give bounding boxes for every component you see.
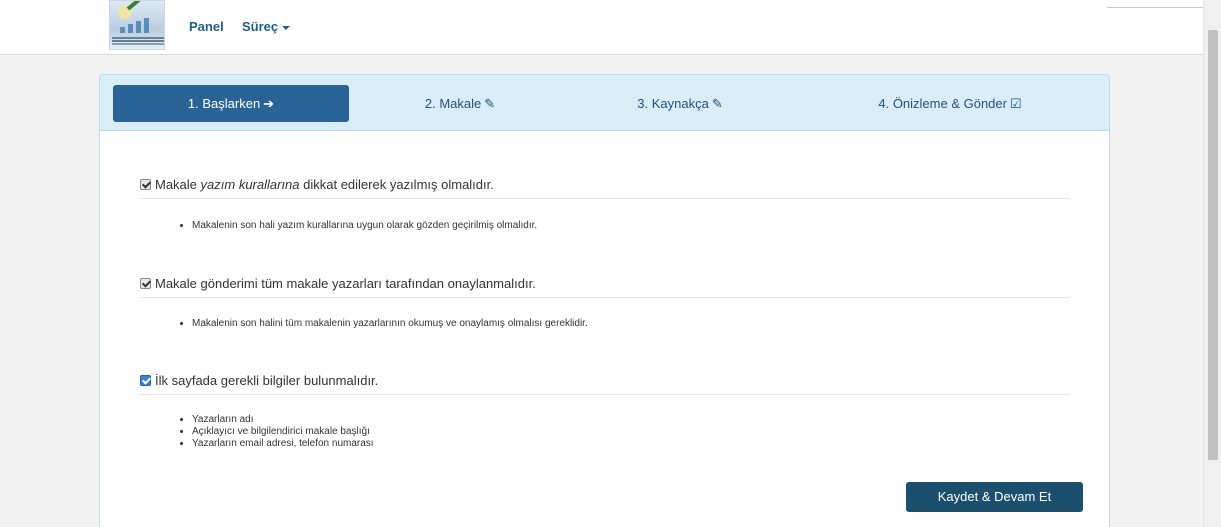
step-makale[interactable]: 2. Makale ✎ xyxy=(380,85,540,122)
site-logo[interactable] xyxy=(109,0,165,50)
step-kaynakca[interactable]: 3. Kaynakça ✎ xyxy=(600,85,760,122)
step-label: 2. Makale xyxy=(424,96,482,111)
checklist-item-ilk-sayfa: İlk sayfada gerekli bilgiler bulunmalıdı… xyxy=(140,373,1070,395)
checkbox-ilk-sayfa[interactable] xyxy=(140,375,151,386)
item-text: İlk sayfada gerekli bilgiler bulunmalıdı… xyxy=(155,373,379,388)
vertical-scrollbar[interactable] xyxy=(1203,0,1221,527)
edit-icon: ✎ xyxy=(484,96,496,111)
step-onizleme-gonder[interactable]: 4. Önizleme & Gönder ☑ xyxy=(830,85,1070,122)
step-label: 1. Başlarken xyxy=(187,96,261,111)
bullet-list-yazim: Makalenin son hali yazım kurallarına uyg… xyxy=(192,220,537,232)
corner-decoration xyxy=(1107,0,1207,8)
list-item: Yazarların email adresi, telefon numaras… xyxy=(192,438,374,450)
main-panel: 1. Başlarken ➔ 2. Makale ✎ 3. Kaynakça ✎ 4.… xyxy=(99,74,1110,527)
logo-arrow xyxy=(126,1,151,11)
nav-surec-label: Süreç xyxy=(242,19,279,34)
nav-surec-dropdown[interactable]: Süreç xyxy=(242,19,291,34)
arrow-right-icon: ➔ xyxy=(263,96,275,111)
step-label: 4. Önizleme & Gönder xyxy=(878,96,1007,111)
save-continue-button[interactable]: Kaydet & Devam Et xyxy=(906,482,1083,512)
item-text: Makale gönderimi tüm makale yazarları ta… xyxy=(155,276,536,291)
list-item: Makalenin son halini tüm makalenin yazar… xyxy=(192,318,588,330)
item-text-pre: Makale xyxy=(155,177,201,192)
step-label: 3. Kaynakça xyxy=(637,96,709,111)
item-text-post: dikkat edilerek yazılmış olmalıdır. xyxy=(299,177,494,192)
bullet-list-onay: Makalenin son halini tüm makalenin yazar… xyxy=(192,318,588,330)
chevron-down-icon xyxy=(282,25,291,30)
item-text-emphasis: yazım kurallarına xyxy=(200,177,300,192)
checkbox-onay[interactable] xyxy=(140,278,151,289)
checklist-item-yazim: Makale yazım kurallarına dikkat edilerek… xyxy=(140,177,1070,199)
logo-bars xyxy=(120,17,156,33)
bullet-list-ilk-sayfa: Yazarların adı Açıklayıcı ve bilgilendir… xyxy=(192,414,374,450)
checklist-item-onay: Makale gönderimi tüm makale yazarları ta… xyxy=(140,276,1070,298)
nav-panel-link[interactable]: Panel xyxy=(189,19,224,34)
list-item: Makalenin son hali yazım kurallarına uyg… xyxy=(192,220,537,232)
list-item: Açıklayıcı ve bilgilendirici makale başl… xyxy=(192,426,374,438)
scrollbar-thumb[interactable] xyxy=(1208,30,1218,460)
top-navbar: Panel Süreç xyxy=(0,0,1203,55)
edit-icon: ✎ xyxy=(711,96,723,111)
check-square-icon: ☑ xyxy=(1009,96,1022,111)
step-baslarken[interactable]: 1. Başlarken ➔ xyxy=(113,85,349,122)
logo-text-lines xyxy=(112,37,164,39)
checkbox-yazim[interactable] xyxy=(140,179,151,190)
list-item: Yazarların adı xyxy=(192,414,374,426)
wizard-steps: 1. Başlarken ➔ 2. Makale ✎ 3. Kaynakça ✎ 4.… xyxy=(100,75,1109,131)
